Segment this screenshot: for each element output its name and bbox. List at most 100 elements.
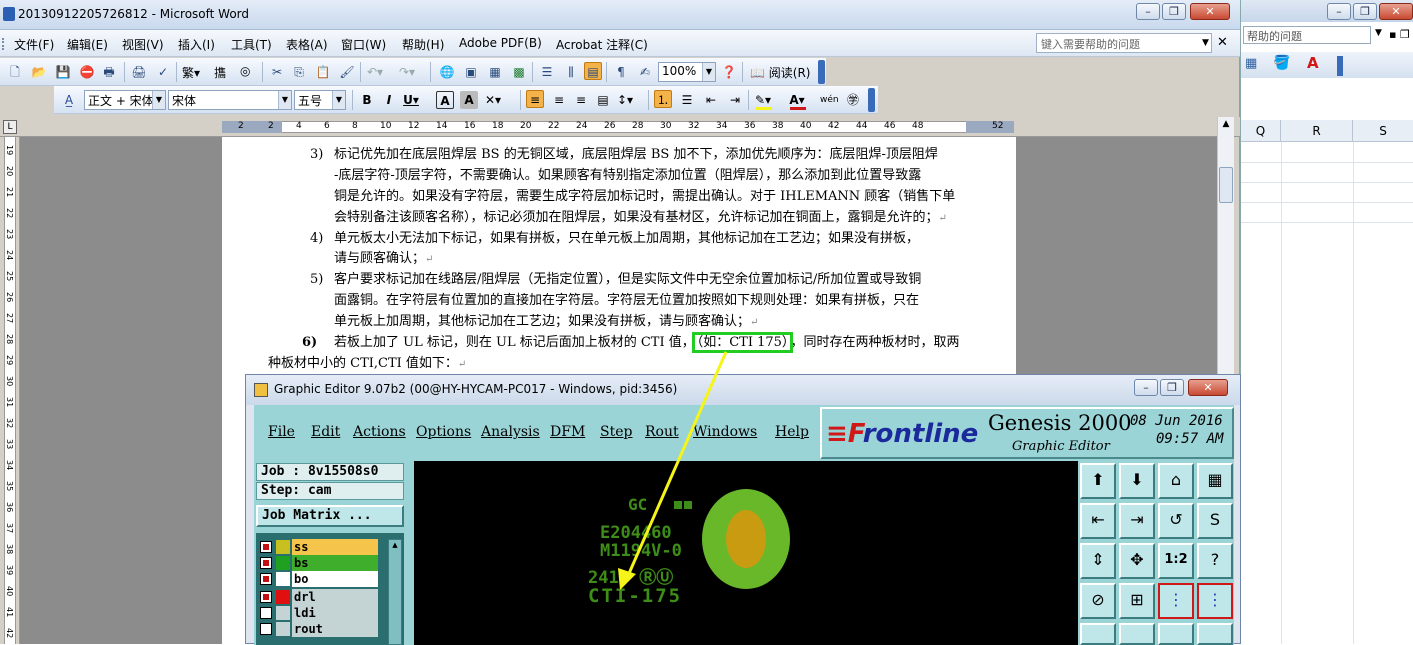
excel-minimize-button[interactable]: –	[1327, 3, 1351, 20]
italic-button[interactable]: I	[380, 91, 398, 109]
layer-checkbox[interactable]	[260, 573, 272, 585]
scale-1-to-2-icon[interactable]: 1:2	[1158, 543, 1194, 579]
print-icon[interactable]: 🖶	[100, 63, 118, 81]
layer-name[interactable]: rout	[292, 621, 378, 637]
layer-name[interactable]: drl	[292, 589, 378, 605]
job-matrix-button[interactable]: Job Matrix ...	[256, 505, 404, 527]
undo-icon[interactable]: ↶▾	[366, 63, 384, 81]
redo-icon[interactable]: ↷▾	[398, 63, 416, 81]
horizontal-ruler[interactable]: L 2 2 4 6 8 10 12 14 16 18 20 22 24 26 28 30 32 34 36 38 40 4…	[0, 117, 1240, 137]
excel-restore-button[interactable]: ❐	[1353, 3, 1377, 20]
menu-tools[interactable]: 工具(T)	[231, 36, 272, 53]
menu-rout[interactable]: Rout	[645, 424, 679, 440]
zoom-out-up-icon[interactable]: ⬆	[1080, 463, 1116, 499]
measure-icon[interactable]: ⊘	[1080, 583, 1116, 619]
layer-row[interactable]: ss	[256, 539, 386, 555]
grid-icon[interactable]: ⊞	[1119, 583, 1155, 619]
simplified-chinese-button[interactable]: 㩦	[214, 64, 226, 81]
character-scaling-icon[interactable]: ✕▾	[484, 91, 502, 109]
excel-column-header[interactable]: R	[1281, 120, 1353, 142]
help-icon[interactable]: ?	[1197, 543, 1233, 579]
word-minimize-button[interactable]: –	[1136, 3, 1160, 20]
font-color-icon[interactable]: A	[1307, 54, 1319, 72]
menu-file[interactable]: File	[268, 424, 295, 440]
pan-left-icon[interactable]: ⇤	[1080, 503, 1116, 539]
excel-close-button[interactable]: ✕	[1379, 3, 1413, 20]
print-preview-icon[interactable]: 🖨	[130, 63, 148, 81]
justify-button[interactable]: ▤	[594, 91, 612, 109]
layer-row[interactable]: bo	[256, 571, 386, 587]
layer-list[interactable]: ss bs bo drl ldi rout	[256, 533, 404, 645]
phonetic-guide-icon[interactable]: wén	[820, 91, 839, 109]
line-spacing-icon[interactable]: ↕▾	[616, 91, 634, 109]
hyperlink-icon[interactable]: 🌐	[438, 63, 456, 81]
decrease-indent-icon[interactable]: ⇤	[702, 91, 720, 109]
character-border-icon[interactable]: A	[436, 91, 454, 109]
layer-row[interactable]: ldi	[256, 605, 386, 621]
bullets-button[interactable]: ☰	[678, 91, 696, 109]
genesis-maximize-button[interactable]: ❐	[1160, 379, 1184, 396]
excel-column-header[interactable]: S	[1353, 120, 1413, 142]
fit-all-icon[interactable]: ✥	[1119, 543, 1155, 579]
menu-edit[interactable]: Edit	[311, 424, 340, 440]
insert-excel-icon[interactable]: ▩	[510, 63, 528, 81]
menu-windows[interactable]: Windows	[693, 424, 757, 440]
enclose-characters-icon[interactable]: ㊫	[844, 91, 862, 109]
translate-button[interactable]: ◎	[240, 64, 250, 78]
genesis-minimize-button[interactable]: –	[1134, 379, 1158, 396]
tool-button[interactable]	[1158, 623, 1194, 645]
word-close-button[interactable]: ✕	[1190, 3, 1230, 20]
underline-button[interactable]: U▾	[402, 91, 420, 109]
increase-indent-icon[interactable]: ⇥	[726, 91, 744, 109]
tool-button[interactable]	[1080, 623, 1116, 645]
chevron-down-icon[interactable]: ▼	[1202, 38, 1209, 48]
align-right-button[interactable]: ≡	[572, 91, 590, 109]
align-center-button[interactable]: ≡	[550, 91, 568, 109]
new-document-icon[interactable]: 🗋	[6, 63, 24, 81]
vertical-ruler[interactable]: 19 20 21 22 23 24 25 26 27 28 29 30 31 32 33 34 35 36 37 38…	[0, 137, 20, 644]
toolbar-overflow-icon[interactable]	[1337, 56, 1343, 76]
layer-checkbox[interactable]	[260, 623, 272, 635]
character-shading-icon[interactable]: A	[460, 91, 478, 109]
styles-pane-icon[interactable]: A̲	[60, 91, 78, 109]
font-size-select[interactable]: 五号 ▼	[294, 90, 346, 110]
toolbar-overflow-icon[interactable]	[868, 88, 875, 112]
ink-icon[interactable]: ✍	[636, 63, 654, 81]
zoom-in-down-icon[interactable]: ⬇	[1119, 463, 1155, 499]
paste-icon[interactable]: 📋	[314, 63, 332, 81]
excel-column-header[interactable]: Q	[1241, 120, 1281, 142]
menu-view[interactable]: 视图(V)	[122, 36, 164, 53]
layer-checkbox[interactable]	[260, 607, 272, 619]
layer-row[interactable]: drl	[256, 589, 386, 605]
menu-analysis[interactable]: Analysis	[481, 424, 540, 440]
open-folder-icon[interactable]: 📂	[30, 63, 48, 81]
menu-actions[interactable]: Actions	[353, 424, 406, 440]
layer-tree-alt-icon[interactable]: ⋮	[1197, 583, 1233, 619]
menu-options[interactable]: Options	[416, 424, 471, 440]
save-icon[interactable]: 💾	[54, 63, 72, 81]
layer-name[interactable]: ss	[292, 539, 378, 555]
spelling-icon[interactable]: ✓	[154, 63, 172, 81]
layer-tree-icon[interactable]: ⋮	[1158, 583, 1194, 619]
word-maximize-button[interactable]: ❐	[1162, 3, 1186, 20]
genesis-close-button[interactable]: ✕	[1188, 379, 1228, 396]
fit-vertical-icon[interactable]: ⇕	[1080, 543, 1116, 579]
menu-insert[interactable]: 插入(I)	[178, 36, 215, 53]
format-painter-icon[interactable]: 🖌	[338, 63, 356, 81]
snap-icon[interactable]: S	[1197, 503, 1233, 539]
menu-dfm[interactable]: DFM	[550, 424, 585, 440]
menu-file[interactable]: 文件(F)	[14, 36, 54, 53]
align-left-button[interactable]: ≡	[526, 90, 544, 108]
redraw-icon[interactable]: ↺	[1158, 503, 1194, 539]
menu-edit[interactable]: 编辑(E)	[67, 36, 108, 53]
menu-window[interactable]: 窗口(W)	[341, 36, 386, 53]
show-hide-icon[interactable]: ¶	[612, 63, 630, 81]
layer-name[interactable]: ldi	[292, 605, 378, 621]
layer-row[interactable]: rout	[256, 621, 386, 637]
insert-table-icon[interactable]: ▦	[486, 63, 504, 81]
tab-selector-icon[interactable]: L	[3, 120, 17, 134]
chevron-down-icon[interactable]: ▼	[1375, 28, 1382, 38]
layer-name[interactable]: bo	[292, 571, 378, 587]
excel-doc-restore-icon[interactable]: ▪ ❐	[1389, 28, 1410, 41]
drawing-icon[interactable]: ⫼	[562, 63, 580, 81]
